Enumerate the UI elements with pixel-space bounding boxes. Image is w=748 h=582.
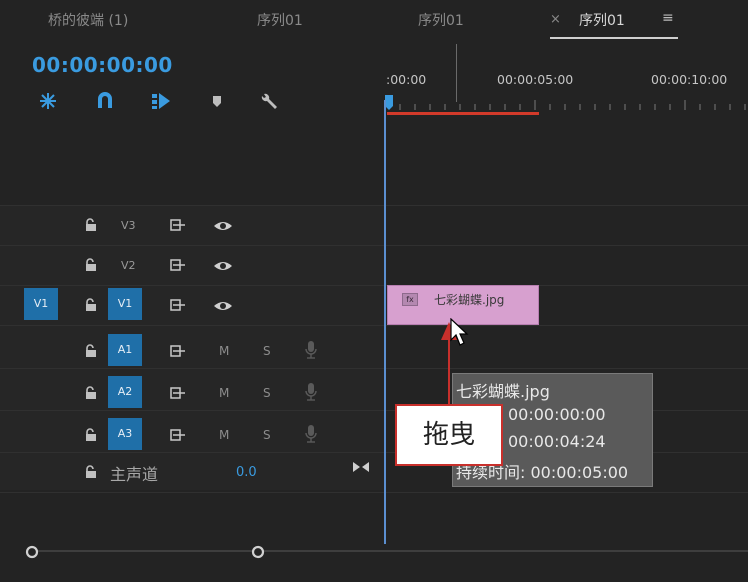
toggle-sync-lock-icon[interactable] — [170, 427, 186, 446]
go-to-in-out-icon[interactable] — [352, 459, 370, 478]
eye-icon[interactable] — [213, 258, 233, 277]
solo-button[interactable]: S — [263, 344, 271, 358]
ruler-label-0: :00:00 — [386, 72, 427, 87]
tooltip-end: 00:00:04:24 — [508, 432, 606, 451]
master-track-label: 主声道 — [110, 465, 159, 484]
tab-sequence-1[interactable]: 序列01 — [257, 10, 303, 30]
tooltip-title: 七彩蝴蝶.jpg — [456, 382, 550, 401]
mute-button[interactable]: M — [219, 428, 229, 442]
eye-icon[interactable] — [213, 298, 233, 317]
linked-selection-icon[interactable] — [150, 90, 172, 112]
solo-button[interactable]: S — [263, 386, 271, 400]
lock-icon[interactable] — [84, 385, 98, 404]
lock-icon[interactable] — [84, 464, 98, 483]
lock-icon[interactable] — [84, 343, 98, 362]
toggle-sync-lock-icon[interactable] — [170, 343, 186, 362]
track-target-a2[interactable]: A2 — [108, 376, 142, 408]
divider — [0, 245, 748, 246]
divider — [0, 285, 748, 286]
ruler-divider — [456, 44, 457, 102]
drag-callout-text: 拖曳 — [422, 420, 475, 450]
solo-button[interactable]: S — [263, 428, 271, 442]
divider — [0, 368, 748, 369]
mouse-cursor-icon — [450, 317, 470, 352]
mute-button[interactable]: M — [219, 344, 229, 358]
lock-icon[interactable] — [84, 257, 98, 276]
active-tab-underline — [550, 37, 678, 39]
toggle-sync-lock-icon[interactable] — [170, 297, 186, 316]
clip-name: 七彩蝴蝶.jpg — [434, 293, 505, 307]
track-name-v2: V2 — [121, 259, 136, 272]
tooltip-start: 00:00:00:00 — [508, 405, 606, 424]
track-target-a1[interactable]: A1 — [108, 334, 142, 366]
microphone-icon[interactable] — [304, 382, 318, 406]
scroll-handle-left[interactable] — [25, 544, 39, 563]
toggle-sync-lock-icon[interactable] — [170, 257, 186, 276]
ruler-label-10s: 00:00:10:00 — [651, 72, 728, 87]
source-patch-v1[interactable]: V1 — [24, 288, 58, 320]
ruler-label-5s: 00:00:05:00 — [497, 72, 574, 87]
master-volume-value[interactable]: 0.0 — [236, 465, 257, 480]
fx-badge: fx — [402, 293, 418, 306]
wrench-settings-icon[interactable] — [258, 90, 280, 112]
track-name-v3: V3 — [121, 219, 136, 232]
track-target-v1[interactable]: V1 — [108, 288, 142, 320]
tab-sequence-active[interactable]: 序列01 — [579, 10, 625, 30]
panel-menu-icon[interactable]: ≡ — [662, 10, 674, 26]
microphone-icon[interactable] — [304, 340, 318, 364]
scroll-handle-right[interactable] — [251, 544, 265, 563]
lock-icon[interactable] — [84, 217, 98, 236]
track-header-area — [0, 205, 385, 490]
microphone-icon[interactable] — [304, 424, 318, 448]
toggle-sync-lock-icon[interactable] — [170, 385, 186, 404]
divider — [0, 325, 748, 326]
nest-sequence-icon[interactable] — [37, 90, 59, 112]
divider — [0, 205, 748, 206]
tab-project[interactable]: 桥的彼端 (1) — [48, 10, 128, 30]
tab-sequence-2[interactable]: 序列01 — [418, 10, 464, 30]
eye-icon[interactable] — [213, 218, 233, 237]
snap-magnet-icon[interactable] — [94, 90, 116, 112]
zoom-scrollbar[interactable] — [30, 550, 748, 552]
lock-icon[interactable] — [84, 297, 98, 316]
close-icon[interactable]: × — [550, 12, 561, 27]
divider — [0, 492, 748, 493]
toggle-sync-lock-icon[interactable] — [170, 217, 186, 236]
add-marker-icon[interactable] — [206, 90, 228, 112]
track-target-a3[interactable]: A3 — [108, 418, 142, 450]
mute-button[interactable]: M — [219, 386, 229, 400]
playhead-line[interactable] — [384, 100, 386, 544]
timecode-display[interactable]: 00:00:00:00 — [32, 53, 173, 77]
lock-icon[interactable] — [84, 427, 98, 446]
